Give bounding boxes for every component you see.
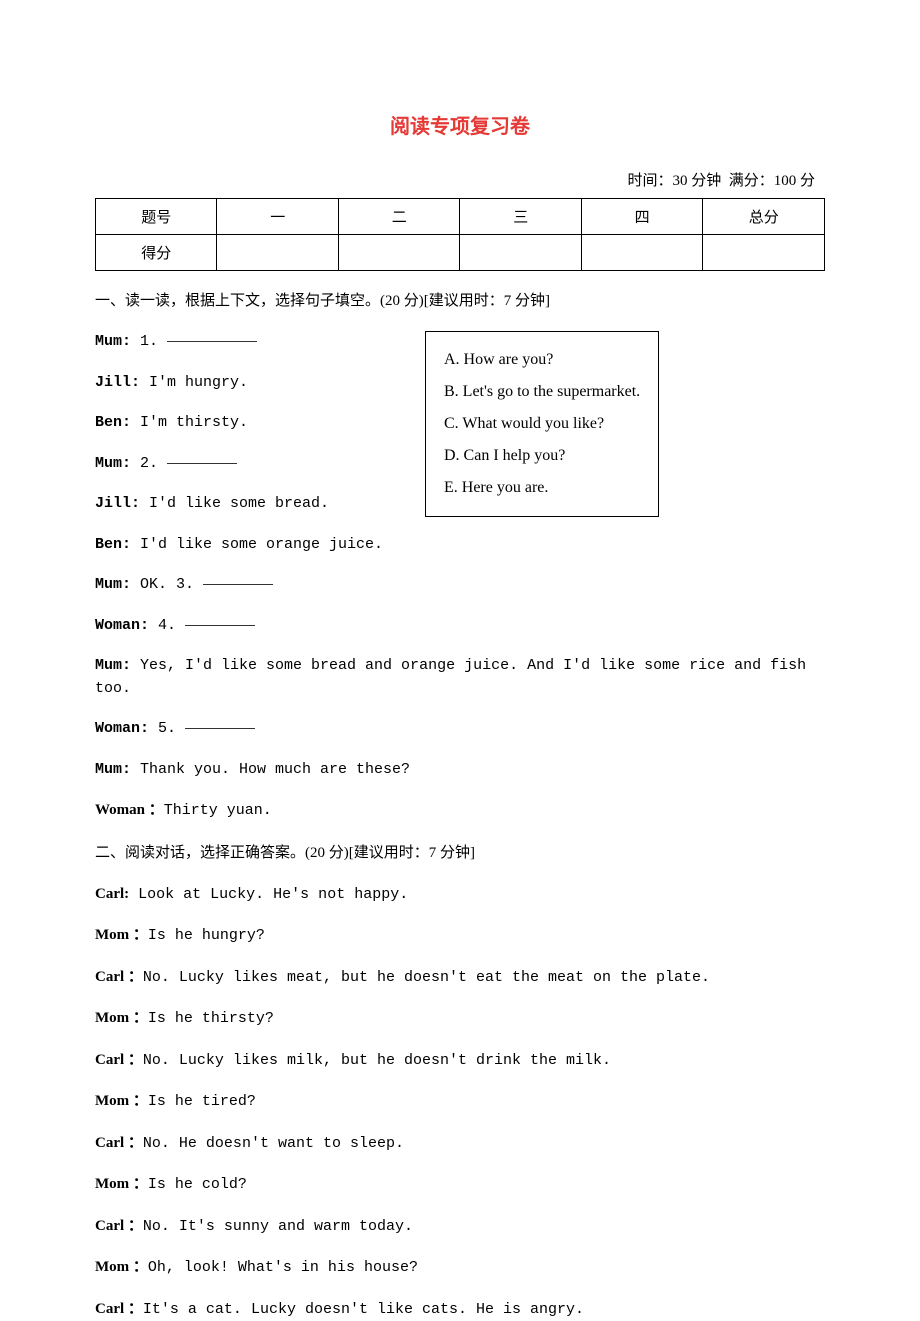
dialogue-text: No. He doesn't want to sleep. [143,1135,404,1152]
meta-line: 时间：30 分钟 满分：100 分 [95,169,825,190]
dialogue-line: Woman: 5. [95,718,825,741]
header-cell: 二 [338,199,459,235]
dialogue-text: OK. 3. [131,576,203,593]
speaker: Carl ： [95,1052,143,1068]
dialogue-text: Is he thirsty? [148,1010,274,1027]
page-title: 阅读专项复习卷 [95,110,825,139]
score-cell[interactable] [338,235,459,271]
speaker: Carl ： [95,969,143,985]
speaker: Mom ： [95,1259,148,1275]
dialogue-text: Look at Lucky. He's not happy. [129,886,408,903]
speaker: Woman: [95,617,149,634]
speaker: Woman ： [95,802,164,818]
section1-heading: 一、读一读，根据上下文，选择句子填空。(20 分)[建议用时：7 分钟] [95,289,825,313]
dialogue-text: It's a cat. Lucky doesn't like cats. He … [143,1301,584,1318]
dialogue-line: Ben: I'd like some orange juice. [95,534,825,557]
dialogue-text: 4. [149,617,185,634]
dialogue-line: Mum: Yes, I'd like some bread and orange… [95,655,825,700]
header-cell: 四 [581,199,702,235]
dialogue-line: Carl ：It's a cat. Lucky doesn't like cat… [95,1298,825,1321]
dialogue-line: Mum: Thank you. How much are these? [95,759,825,782]
speaker: Mom ： [95,927,148,943]
dialogue-text: I'd like some bread. [140,495,329,512]
speaker: Mum: [95,657,131,674]
speaker: Mom ： [95,1093,148,1109]
speaker: Mum: [95,761,131,778]
dialogue-line: Mom ：Oh, look! What's in his house? [95,1256,825,1280]
dialogue-text: Thirty yuan. [164,802,272,819]
dialogue-text: No. It's sunny and warm today. [143,1218,413,1235]
speaker: Ben: [95,414,131,431]
time-label: 时间：30 分钟 [627,173,721,189]
speaker: Mum: [95,333,131,350]
dialogue-line: Carl ：No. Lucky likes meat, but he doesn… [95,966,825,990]
dialogue-text: 2. [131,455,167,472]
dialogue-text: I'm thirsty. [131,414,248,431]
fill-blank[interactable] [167,463,237,464]
section1-dialogue: A. How are you? B. Let's go to the super… [95,331,825,823]
score-table: 题号 一 二 三 四 总分 得分 [95,198,825,271]
fill-blank[interactable] [203,584,273,585]
dialogue-text: Yes, I'd like some bread and orange juic… [95,657,806,697]
header-cell: 一 [217,199,338,235]
table-row: 题号 一 二 三 四 总分 [96,199,825,235]
header-cell: 总分 [703,199,825,235]
option-b: B. Let's go to the supermarket. [444,376,640,408]
score-cell[interactable] [581,235,702,271]
speaker: Carl ： [95,1218,143,1234]
score-cell[interactable] [460,235,581,271]
dialogue-line: Carl ：No. Lucky likes milk, but he doesn… [95,1049,825,1073]
speaker: Carl: [95,886,129,902]
score-cell[interactable] [703,235,825,271]
speaker: Mum: [95,455,131,472]
dialogue-text: Is he cold? [148,1176,247,1193]
header-cell: 三 [460,199,581,235]
dialogue-text: No. Lucky likes milk, but he doesn't dri… [143,1052,611,1069]
header-cell: 题号 [96,199,217,235]
dialogue-line: Woman ：Thirty yuan. [95,799,825,823]
dialogue-line: Mum: OK. 3. [95,574,825,597]
score-cell: 得分 [96,235,217,271]
option-a: A. How are you? [444,344,640,376]
speaker: Ben: [95,536,131,553]
full-score-label: 满分：100 分 [729,173,815,189]
dialogue-line: Woman: 4. [95,615,825,638]
fill-blank[interactable] [167,341,257,342]
speaker: Jill: [95,374,140,391]
dialogue-text: Is he tired? [148,1093,256,1110]
dialogue-line: Mom ：Is he cold? [95,1173,825,1197]
dialogue-line: Mom ：Is he thirsty? [95,1007,825,1031]
dialogue-line: Carl ：No. He doesn't want to sleep. [95,1132,825,1156]
dialogue-text: No. Lucky likes meat, but he doesn't eat… [143,969,710,986]
speaker: Mum: [95,576,131,593]
options-box: A. How are you? B. Let's go to the super… [425,331,659,517]
speaker: Mom ： [95,1176,148,1192]
table-row: 得分 [96,235,825,271]
dialogue-line: Carl: Look at Lucky. He's not happy. [95,883,825,907]
section2-heading: 二、阅读对话，选择正确答案。(20 分)[建议用时：7 分钟] [95,841,825,865]
speaker: Carl ： [95,1301,143,1317]
fill-blank[interactable] [185,728,255,729]
option-c: C. What would you like? [444,408,640,440]
speaker: Carl ： [95,1135,143,1151]
dialogue-line: Mom ：Is he hungry? [95,924,825,948]
dialogue-text: I'd like some orange juice. [131,536,383,553]
option-d: D. Can I help you? [444,440,640,472]
dialogue-text: Oh, look! What's in his house? [148,1259,418,1276]
dialogue-line: Carl ：No. It's sunny and warm today. [95,1215,825,1239]
dialogue-text: 1. [131,333,167,350]
dialogue-text: I'm hungry. [140,374,248,391]
dialogue-line: Mom ：Is he tired? [95,1090,825,1114]
dialogue-text: 5. [149,720,185,737]
dialogue-text: Thank you. How much are these? [131,761,410,778]
speaker: Mom ： [95,1010,148,1026]
speaker: Jill: [95,495,140,512]
dialogue-text: Is he hungry? [148,927,265,944]
fill-blank[interactable] [185,625,255,626]
speaker: Woman: [95,720,149,737]
option-e: E. Here you are. [444,472,640,504]
section2-dialogue: Carl: Look at Lucky. He's not happy. Mom… [95,883,825,1321]
score-cell[interactable] [217,235,338,271]
